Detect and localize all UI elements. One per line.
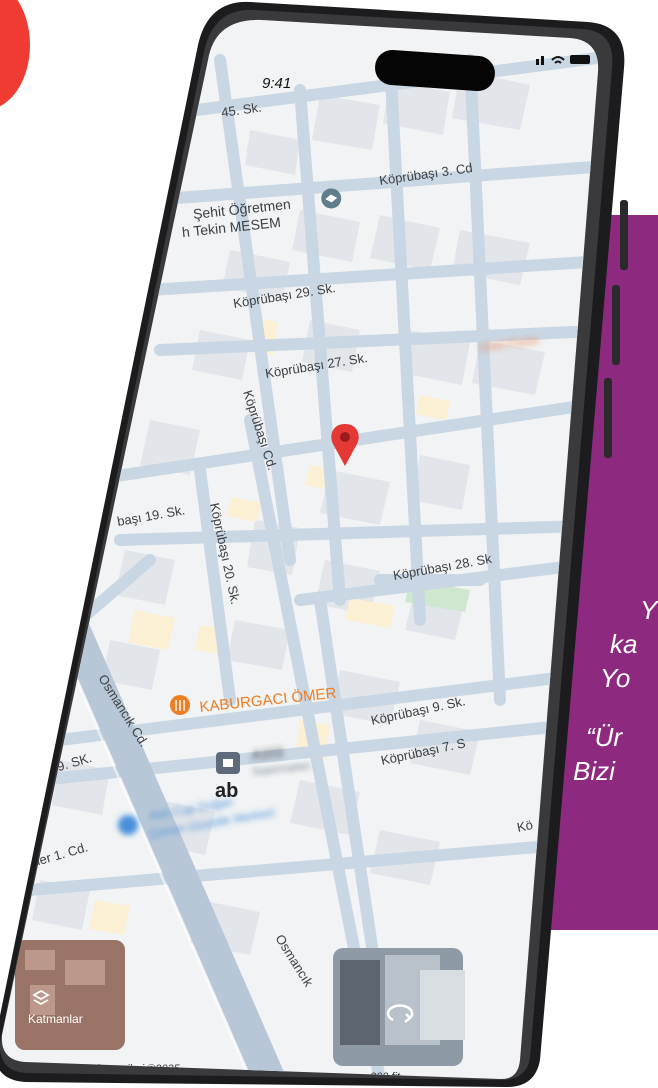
- screenshot-stage: Y ka Yo “Ür Bizi 45. Sk. Köprübaşı 3. Cd…: [0, 0, 658, 1088]
- signal-icon: [536, 59, 539, 65]
- layers-button[interactable]: Katmanlar: [15, 940, 125, 1050]
- market-cut-label: ab: [215, 780, 238, 802]
- volume-up-button: [612, 285, 620, 365]
- battery-icon: [570, 55, 590, 64]
- phone-mockup: 45. Sk. Köprübaşı 3. Cd Köprübaşı 29. Sk…: [0, 1, 628, 1088]
- layers-label: Katmanlar: [28, 1012, 83, 1026]
- volume-down-button: [604, 378, 612, 458]
- street-view-button[interactable]: [333, 948, 465, 1066]
- action-button: [620, 200, 628, 270]
- status-time: 9:41: [262, 75, 291, 92]
